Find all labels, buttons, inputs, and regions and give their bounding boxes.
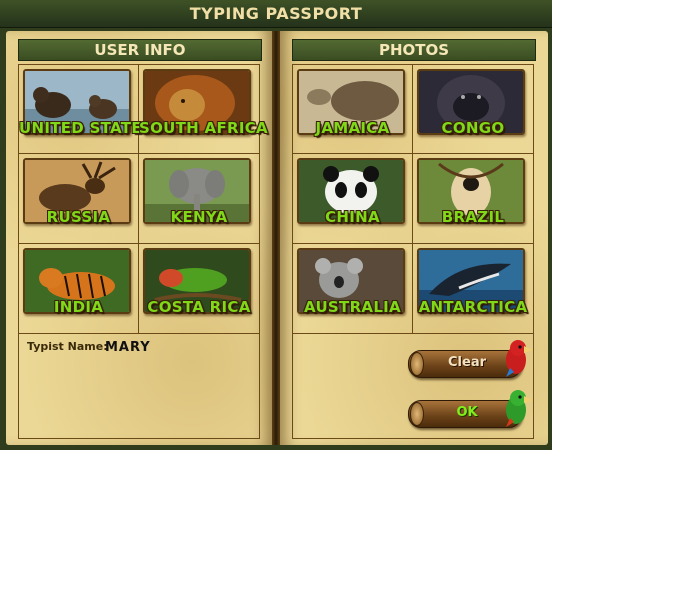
red-parrot-icon — [506, 340, 532, 377]
typist-name-value[interactable]: MARY — [105, 340, 151, 355]
country-label: JAMAICA — [315, 119, 390, 137]
typist-name-box: Typist Name: MARY — [18, 332, 260, 439]
country-tile-south-africa[interactable]: SOUTH AFRICA — [139, 65, 268, 155]
country-tile-kenya[interactable]: KENYA — [139, 154, 259, 244]
clear-button-label: Clear — [448, 355, 486, 370]
title-bar: TYPING PASSPORT — [0, 0, 552, 28]
country-tile-china[interactable]: CHINA — [293, 154, 413, 244]
country-label: COSTA RICA — [147, 297, 251, 316]
country-tile-brazil[interactable]: BRAZIL — [413, 154, 533, 244]
country-label: KENYA — [170, 208, 228, 227]
clear-button[interactable]: Clear — [408, 340, 532, 378]
country-tile-antarctica[interactable]: ANTARCTICA — [413, 244, 533, 333]
country-label: UNITED STATES — [19, 119, 153, 137]
user-info-header: USER INFO — [18, 39, 262, 61]
country-tile-australia[interactable]: AUSTRALIA — [293, 243, 413, 333]
typist-name-label: Typist Name: — [27, 340, 108, 353]
country-label: AUSTRALIA — [304, 297, 401, 316]
country-tile-jamaica[interactable]: JAMAICA — [293, 65, 413, 155]
country-tile-congo[interactable]: CONGO — [413, 65, 533, 155]
country-tile-costa-rica[interactable]: COSTA RICA — [139, 244, 259, 333]
user-info-country-grid: UNITED STATES SOUTH AFRICA RUSSIA KENYA … — [18, 64, 268, 334]
country-label: ANTARCTICA — [418, 297, 528, 316]
country-label: CONGO — [441, 119, 505, 137]
country-label: SOUTH AFRICA — [139, 119, 268, 137]
country-tile-russia[interactable]: RUSSIA — [19, 154, 139, 244]
user-info-page: USER INFO UNITED STATES SOUTH AFRICA RUS… — [6, 31, 272, 445]
green-parrot-icon — [506, 390, 532, 427]
country-label: INDIA — [53, 297, 104, 316]
ok-button-label: OK — [456, 405, 478, 420]
photos-header: PHOTOS — [292, 39, 536, 61]
photos-page: PHOTOS JAMAICA CONGO CHINA BRAZIL AUSTRA… — [280, 31, 548, 445]
typing-passport-window: TYPING PASSPORT USER INFO UNITED STATES … — [0, 0, 552, 450]
country-tile-india[interactable]: INDIA — [19, 243, 139, 333]
window-title: TYPING PASSPORT — [189, 4, 363, 23]
country-label: BRAZIL — [441, 208, 505, 227]
country-tile-united-states[interactable]: UNITED STATES — [19, 65, 153, 155]
ok-button[interactable]: OK — [408, 390, 532, 428]
book-spine — [272, 31, 280, 445]
country-label: RUSSIA — [46, 208, 111, 227]
country-label: CHINA — [325, 208, 380, 227]
photos-country-grid: JAMAICA CONGO CHINA BRAZIL AUSTRALIA ANT… — [292, 64, 534, 334]
